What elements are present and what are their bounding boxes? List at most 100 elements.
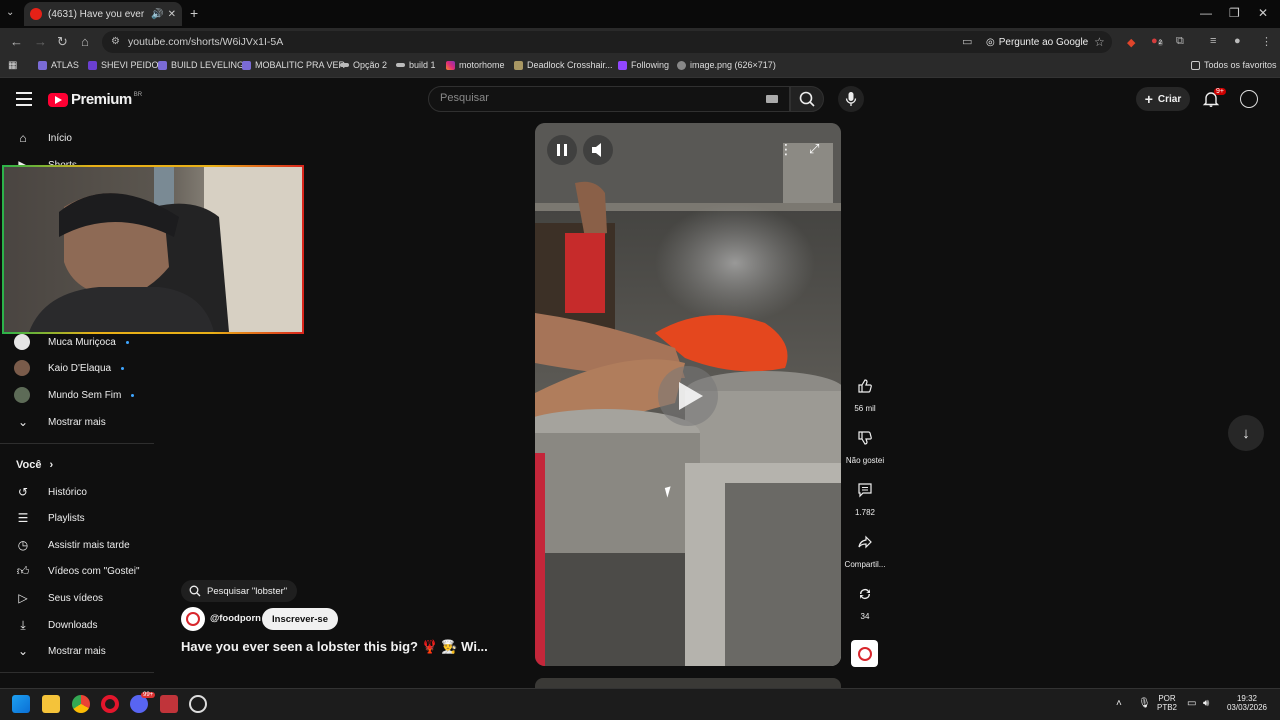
- close-tab-icon[interactable]: ✕: [168, 9, 176, 20]
- create-button[interactable]: + Criar: [1136, 87, 1190, 111]
- sidebar-item-watch-later[interactable]: ◷ Assistir mais tarde: [14, 535, 130, 555]
- site-info-icon[interactable]: ⚙: [111, 36, 120, 47]
- bookmark-motorhome[interactable]: motorhome: [446, 60, 505, 70]
- bookmark-star-icon[interactable]: ☆: [1094, 35, 1105, 49]
- bookmark-deadlock-icon: [514, 60, 523, 70]
- guide-menu-icon[interactable]: [16, 92, 32, 106]
- chevron-down-icon: ⌄: [17, 644, 29, 658]
- extension-badge-icon[interactable]: ●2: [1151, 35, 1163, 47]
- app-red-icon[interactable]: [160, 695, 178, 713]
- show-more-subscriptions[interactable]: ⌄ Mostrar mais: [14, 412, 106, 432]
- sidebar-item-liked-videos[interactable]: 👍︎ Vídeos com "Gostei": [14, 561, 140, 581]
- extensions-puzzle-icon[interactable]: ⧉: [1176, 35, 1184, 48]
- sidebar-item-downloads[interactable]: ⤓ Downloads: [14, 615, 97, 635]
- subscription-muca-muricoca[interactable]: Muca Muriçoca: [14, 332, 129, 352]
- more-options-icon[interactable]: ⋮: [779, 141, 793, 158]
- related-search-chip[interactable]: Pesquisar "lobster": [181, 580, 298, 602]
- bookmark-label: Following: [631, 60, 670, 70]
- channel-name[interactable]: @foodporn: [210, 613, 261, 624]
- discord-badge: 99+: [141, 692, 156, 698]
- reload-icon[interactable]: ↻: [57, 34, 68, 50]
- volume-button[interactable]: [583, 135, 613, 165]
- language-indicator[interactable]: POR PTB2: [1157, 694, 1177, 712]
- next-short-button[interactable]: ↓: [1228, 415, 1264, 451]
- sidebar-item-your-videos[interactable]: ▷ Seus vídeos: [14, 588, 103, 608]
- opera-icon[interactable]: [101, 695, 119, 713]
- voice-search-button[interactable]: [838, 86, 864, 112]
- subscribe-button[interactable]: Inscrever-se: [262, 608, 338, 630]
- cast-icon[interactable]: ▭: [962, 35, 972, 48]
- youtube-play-icon: [48, 92, 68, 107]
- show-more-you[interactable]: ⌄ Mostrar mais: [14, 641, 106, 661]
- bookmark-build-1[interactable]: build 1: [396, 60, 436, 70]
- channel-thumbnail[interactable]: [851, 640, 878, 667]
- bookmark-following[interactable]: Following: [618, 60, 669, 70]
- bookmark-label: BUILD LEVELING: [171, 60, 245, 70]
- clock[interactable]: 19:32 03/03/2026: [1224, 694, 1270, 712]
- video-title[interactable]: Have you ever seen a lobster this big? 🦞…: [181, 639, 488, 655]
- bookmark-atlas[interactable]: ATLAS: [38, 60, 79, 70]
- keyboard-layout-label: PTB2: [1157, 703, 1178, 712]
- bookmark-label: ATLAS: [51, 60, 79, 70]
- app-circle-icon[interactable]: [189, 695, 207, 713]
- subscription-label: Mundo Sem Fim: [48, 389, 122, 401]
- restore-icon[interactable]: ❐: [1229, 6, 1240, 20]
- windows-start-icon[interactable]: [12, 695, 30, 713]
- browser-tab[interactable]: (4631) Have you ever seen 🔊 ✕: [24, 2, 182, 26]
- fullscreen-icon[interactable]: ⤢: [809, 141, 819, 157]
- display-icon[interactable]: ▭: [1187, 698, 1196, 709]
- dislike-button[interactable]: Não gostei: [843, 424, 887, 465]
- bookmark-shevi-peido[interactable]: SHEVI PEIDO: [88, 60, 159, 70]
- tab-search-icon[interactable]: ⌄: [6, 7, 14, 18]
- short-video-player[interactable]: ⋮ ⤢: [535, 123, 841, 666]
- browser-menu-icon[interactable]: ⋮: [1261, 35, 1272, 48]
- pause-button[interactable]: [547, 135, 577, 165]
- sidebar-item-playlists[interactable]: ☰ Playlists: [14, 508, 85, 528]
- bookmark-opcao-2[interactable]: Opção 2: [340, 60, 387, 70]
- youtube-premium-logo[interactable]: Premium BR: [48, 91, 142, 108]
- search-button[interactable]: [790, 86, 824, 112]
- minimize-icon[interactable]: —: [1200, 6, 1212, 20]
- sidebar-item-home[interactable]: ⌂ Início: [14, 128, 72, 148]
- like-button[interactable]: 56 mil: [846, 372, 884, 413]
- chrome-icon[interactable]: [72, 695, 90, 713]
- extension-red-icon[interactable]: ◆: [1127, 36, 1135, 49]
- back-icon[interactable]: ←: [10, 34, 23, 49]
- bookmark-build-leveling[interactable]: BUILD LEVELING: [158, 60, 244, 70]
- subscription-kaio-delaqua[interactable]: Kaio D'Elaqua: [14, 358, 125, 378]
- close-window-icon[interactable]: ✕: [1258, 6, 1268, 20]
- all-bookmarks[interactable]: Todos os favoritos: [1191, 60, 1277, 70]
- forward-icon[interactable]: →: [34, 34, 47, 49]
- tray-chevron-icon[interactable]: ˄: [1116, 698, 1122, 709]
- tray-mic-icon[interactable]: 🎙︎: [1138, 698, 1151, 709]
- thumbs-up-icon: [851, 372, 879, 400]
- sidebar-item-label: Vídeos com "Gostei": [48, 565, 140, 577]
- bookmark-image-png[interactable]: image.png (626×717): [677, 60, 776, 70]
- profile-icon[interactable]: ●: [1234, 35, 1241, 47]
- share-button[interactable]: Compartil...: [843, 528, 887, 569]
- search-placeholder: Pesquisar: [440, 92, 489, 104]
- subscription-mundo-sem-fim[interactable]: Mundo Sem Fim: [14, 385, 135, 405]
- media-control-icon[interactable]: ≡: [1210, 35, 1216, 47]
- remix-count: 34: [860, 612, 870, 621]
- new-tab-icon[interactable]: +: [190, 5, 198, 21]
- apps-grid-icon[interactable]: ▦: [8, 60, 17, 71]
- home-icon[interactable]: ⌂: [81, 34, 89, 49]
- sidebar-item-history[interactable]: ↺ Histórico: [14, 482, 87, 502]
- download-icon: ⤓: [20, 617, 26, 632]
- bookmark-mobalitic[interactable]: MOBALITIC PRA VER: [242, 60, 345, 70]
- ask-google-button[interactable]: ◎ Pergunte ao Google: [986, 33, 1088, 51]
- file-explorer-icon[interactable]: [42, 695, 60, 713]
- speaker-icon[interactable]: 🔊: [151, 9, 163, 20]
- speaker-icon[interactable]: 🔊︎: [1203, 698, 1209, 709]
- comments-button[interactable]: 1.782: [846, 476, 884, 517]
- you-section-header[interactable]: Você ›: [16, 455, 53, 475]
- url-text[interactable]: youtube.com/shorts/W6iJVx1I-5A: [128, 36, 283, 48]
- remix-button[interactable]: 34: [846, 580, 884, 621]
- account-avatar[interactable]: [1240, 90, 1258, 108]
- next-video-preview[interactable]: [535, 678, 841, 688]
- bookmark-deadlock[interactable]: Deadlock Crosshair...: [514, 60, 613, 70]
- channel-avatar[interactable]: [181, 607, 205, 631]
- keyboard-icon[interactable]: [766, 95, 778, 103]
- related-search-label: Pesquisar "lobster": [207, 585, 288, 597]
